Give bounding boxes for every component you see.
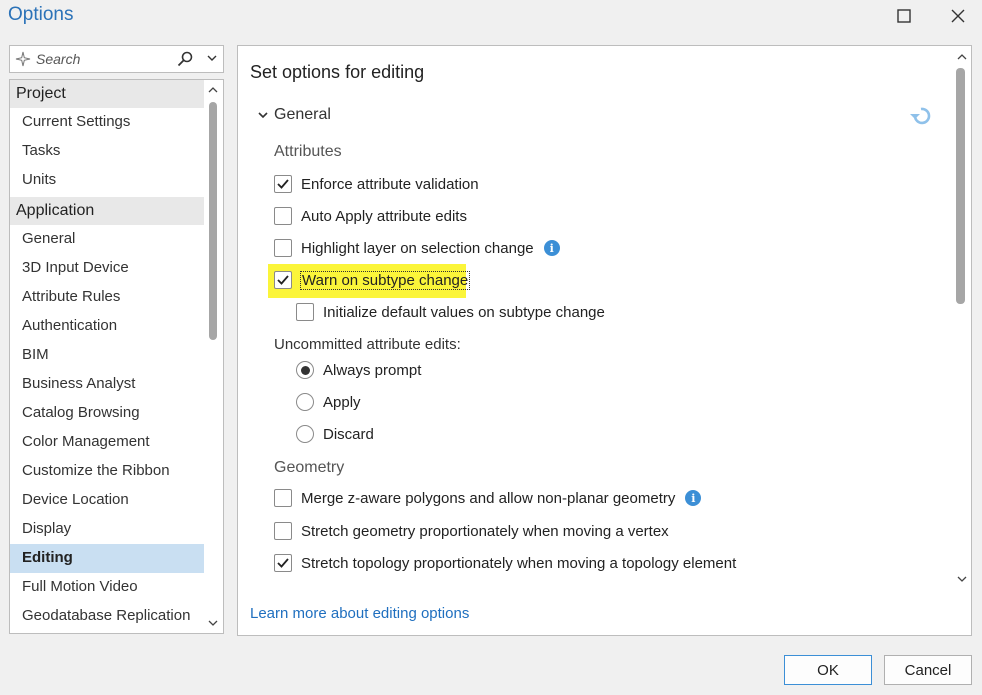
init-defaults-option[interactable]: Initialize default values on subtype cha… <box>296 303 605 321</box>
panel-title: Set options for editing <box>250 62 425 82</box>
nav-item-authentication[interactable]: Authentication <box>10 312 204 341</box>
nav-item-catalog-browsing[interactable]: Catalog Browsing <box>10 399 204 428</box>
stretch-topology-label: Stretch topology proportionately when mo… <box>301 554 737 572</box>
nav-item-attribute-rules[interactable]: Attribute Rules <box>10 283 204 312</box>
radio-apply-label: Apply <box>323 393 361 411</box>
radio-discard[interactable]: Discard <box>296 425 374 443</box>
nav-group-application: Application <box>10 197 204 225</box>
nav-item-units[interactable]: Units <box>10 166 204 195</box>
stretch-geometry-checkbox[interactable] <box>274 522 292 540</box>
highlight-layer-checkbox[interactable] <box>274 239 292 257</box>
sparkle-icon <box>15 51 31 67</box>
radio-discard-button[interactable] <box>296 425 314 443</box>
stretch-topology-checkbox[interactable] <box>274 554 292 572</box>
auto-apply-label: Auto Apply attribute edits <box>301 207 467 225</box>
nav-item-full-motion-video[interactable]: Full Motion Video <box>10 573 204 602</box>
nav-scrollbar[interactable] <box>203 80 223 633</box>
highlight-layer-label: Highlight layer on selection change <box>301 239 534 257</box>
nav-group-project: Project <box>10 80 204 108</box>
radio-always-prompt-button[interactable] <box>296 361 314 379</box>
enforce-validation-checkbox[interactable] <box>274 175 292 193</box>
close-icon <box>951 9 965 23</box>
auto-apply-option[interactable]: Auto Apply attribute edits <box>274 207 467 225</box>
merge-z-checkbox[interactable] <box>274 489 292 507</box>
chevron-down-icon[interactable] <box>206 52 218 64</box>
maximize-icon <box>897 9 911 23</box>
nav-item-tasks[interactable]: Tasks <box>10 137 204 166</box>
options-panel: Set options for editing General Attribut… <box>237 45 972 636</box>
checkmark-icon <box>277 275 289 285</box>
panel-scroll-thumb[interactable] <box>956 68 965 304</box>
nav-item-geodatabase-replication[interactable]: Geodatabase Replication <box>10 602 204 631</box>
warn-subtype-label: Warn on subtype change <box>299 270 471 290</box>
stretch-geometry-label: Stretch geometry proportionately when mo… <box>301 522 669 540</box>
attributes-heading: Attributes <box>274 143 342 160</box>
info-icon[interactable]: i <box>543 240 560 256</box>
radio-apply-button[interactable] <box>296 393 314 411</box>
nav-scroll-thumb[interactable] <box>209 102 217 340</box>
ok-button[interactable]: OK <box>784 655 872 685</box>
nav-item-device-location[interactable]: Device Location <box>10 486 204 515</box>
scroll-down-icon[interactable] <box>956 574 968 584</box>
init-defaults-checkbox[interactable] <box>296 303 314 321</box>
learn-more-link[interactable]: Learn more about editing options <box>250 605 469 622</box>
nav-item-bim[interactable]: BIM <box>10 341 204 370</box>
nav-item-color-management[interactable]: Color Management <box>10 428 204 457</box>
close-button[interactable] <box>938 2 978 30</box>
title-bar: Options <box>0 0 982 32</box>
window-title: Options <box>8 4 74 25</box>
enforce-validation-option[interactable]: Enforce attribute validation <box>274 175 479 193</box>
search-input[interactable] <box>34 48 174 70</box>
section-general-toggle[interactable]: General <box>258 106 331 124</box>
auto-apply-checkbox[interactable] <box>274 207 292 225</box>
merge-z-label: Merge z-aware polygons and allow non-pla… <box>301 489 676 507</box>
enforce-validation-label: Enforce attribute validation <box>301 175 479 193</box>
nav-item-customize-ribbon[interactable]: Customize the Ribbon <box>10 457 204 486</box>
scroll-up-icon[interactable] <box>956 52 968 62</box>
nav-list: Project Current Settings Tasks Units App… <box>10 80 204 631</box>
reset-button[interactable] <box>908 104 934 133</box>
options-nav: Project Current Settings Tasks Units App… <box>9 79 224 634</box>
merge-z-option[interactable]: Merge z-aware polygons and allow non-pla… <box>274 489 702 507</box>
section-label: General <box>274 106 331 123</box>
reset-icon <box>910 107 931 125</box>
scroll-up-icon[interactable] <box>207 85 219 95</box>
highlight-layer-option[interactable]: Highlight layer on selection change i <box>274 239 560 257</box>
radio-apply[interactable]: Apply <box>296 393 361 411</box>
geometry-heading: Geometry <box>274 459 345 476</box>
search-box <box>9 45 224 73</box>
maximize-button[interactable] <box>884 2 924 30</box>
checkmark-icon <box>277 179 289 189</box>
nav-item-3d-input-device[interactable]: 3D Input Device <box>10 254 204 283</box>
info-icon[interactable]: i <box>685 490 702 506</box>
nav-item-editing[interactable]: Editing <box>10 544 204 573</box>
checkmark-icon <box>277 558 289 568</box>
warn-subtype-checkbox[interactable] <box>274 271 292 289</box>
stretch-topology-option[interactable]: Stretch topology proportionately when mo… <box>274 554 736 572</box>
nav-item-general[interactable]: General <box>10 225 204 254</box>
nav-item-display[interactable]: Display <box>10 515 204 544</box>
uncommitted-heading: Uncommitted attribute edits: <box>274 336 461 353</box>
nav-item-business-analyst[interactable]: Business Analyst <box>10 370 204 399</box>
scroll-down-icon[interactable] <box>207 618 219 628</box>
warn-subtype-option[interactable]: Warn on subtype change <box>274 270 471 290</box>
chevron-down-icon <box>258 112 268 119</box>
radio-always-prompt[interactable]: Always prompt <box>296 361 421 379</box>
radio-discard-label: Discard <box>323 425 374 443</box>
stretch-geometry-option[interactable]: Stretch geometry proportionately when mo… <box>274 522 669 540</box>
panel-scrollbar[interactable] <box>952 46 971 591</box>
search-icon[interactable] <box>177 51 193 67</box>
nav-item-current-settings[interactable]: Current Settings <box>10 108 204 137</box>
radio-always-prompt-label: Always prompt <box>323 361 422 379</box>
init-defaults-label: Initialize default values on subtype cha… <box>323 303 605 321</box>
cancel-button[interactable]: Cancel <box>884 655 972 685</box>
